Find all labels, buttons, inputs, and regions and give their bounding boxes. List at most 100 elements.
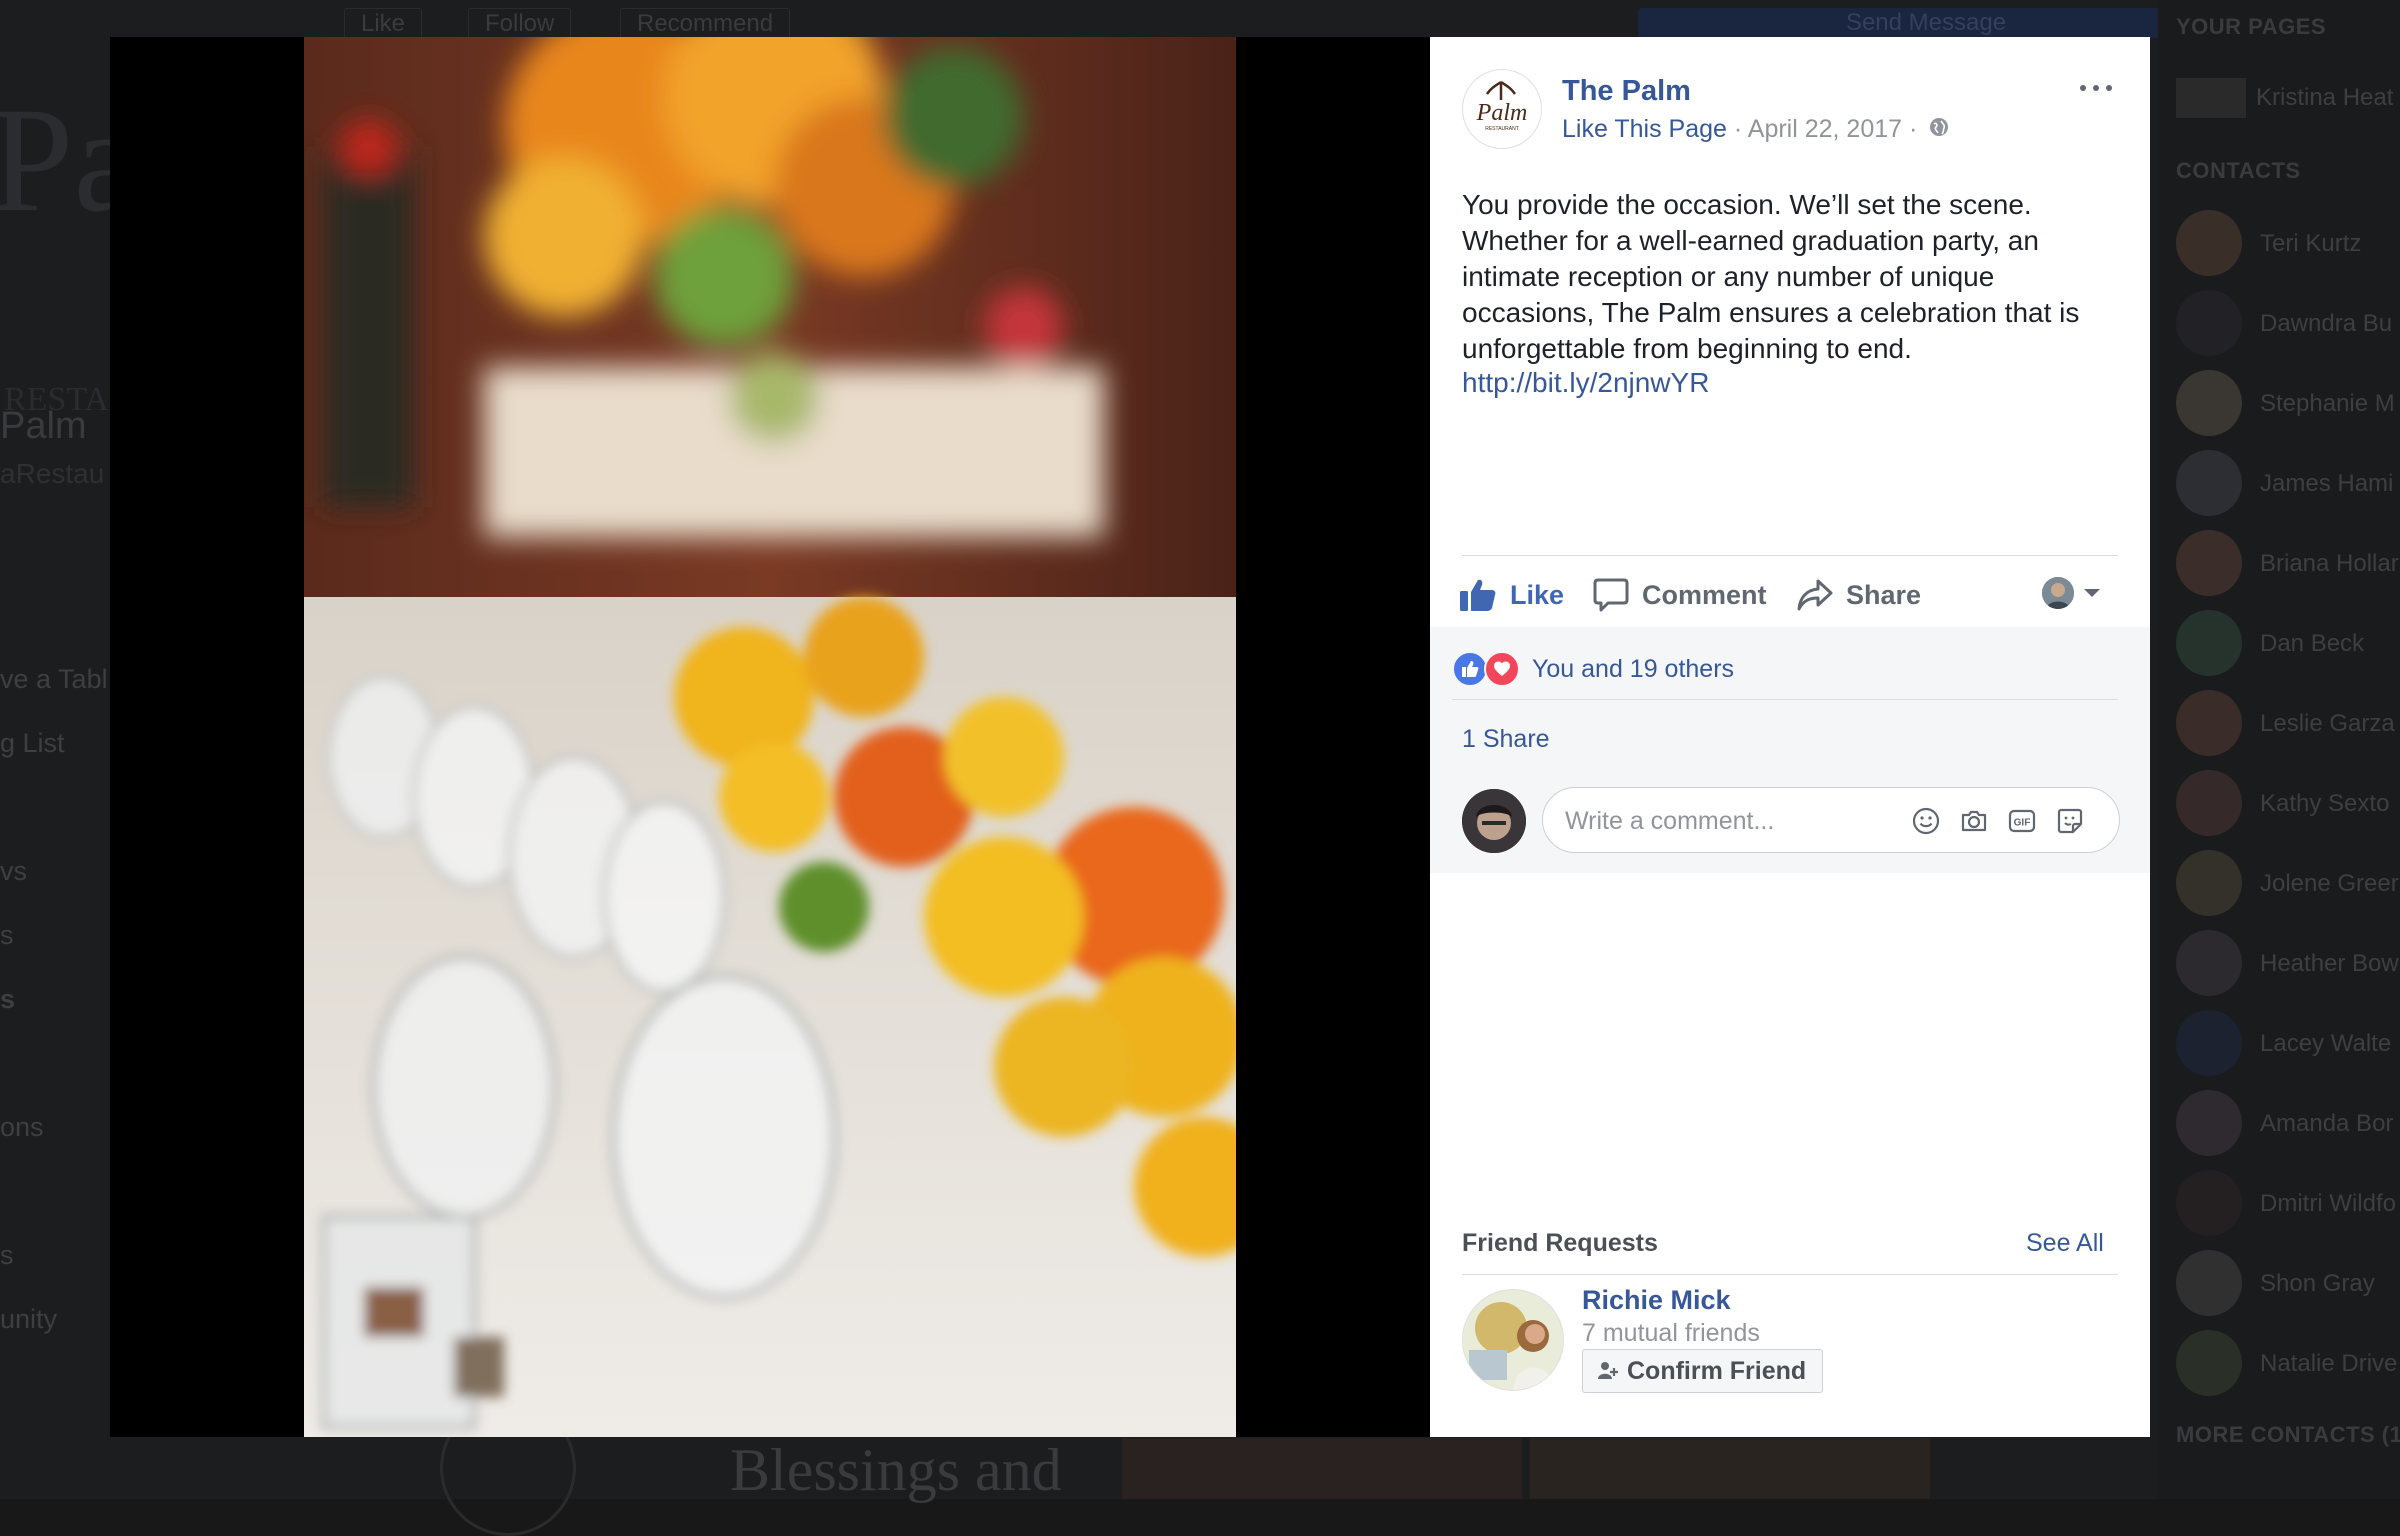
avatar: [2042, 577, 2074, 609]
bg-nav-item: s: [0, 920, 14, 950]
meta-separator: ·: [1726, 115, 1748, 143]
like-reaction-icon: [1452, 651, 1488, 687]
your-page-name[interactable]: Kristina Heat: [2256, 84, 2393, 112]
contact-name: Heather Bow: [2260, 950, 2399, 977]
contact-item[interactable]: Natalie Drive: [2176, 1330, 2400, 1400]
contact-item[interactable]: Leslie Garza: [2176, 690, 2400, 760]
palm-logo-icon: Palm RESTAURANT: [1464, 71, 1540, 147]
gif-icon[interactable]: GIF: [2007, 806, 2037, 836]
reactions-count[interactable]: You and 19 others: [1532, 655, 1734, 684]
avatar: [1462, 789, 1526, 853]
comment-input[interactable]: [1563, 800, 1907, 842]
contact-name: Dmitri Wildfo: [2260, 1190, 2396, 1217]
contacts-heading: CONTACTS: [2176, 158, 2301, 183]
bg-nav-item: ons: [0, 1112, 44, 1142]
post-body-line: You provide the occasion. We’ll set the …: [1462, 189, 2032, 220]
contact-item[interactable]: Heather Bow: [2176, 930, 2400, 1000]
reactions-and-comments: You and 19 others 1 Share Write a commen…: [1430, 627, 2150, 873]
contact-name: James Hami: [2260, 470, 2394, 497]
contact-name: Dan Beck: [2260, 630, 2365, 657]
avatar[interactable]: [1462, 1289, 1564, 1391]
camera-icon[interactable]: [1959, 806, 1989, 836]
like-button[interactable]: Like: [1458, 565, 1564, 625]
contact-name: Jolene Greer: [2260, 870, 2399, 897]
chevron-down-icon: [2084, 589, 2100, 597]
comment-label: Comment: [1642, 579, 1767, 610]
friend-request-name[interactable]: Richie Mick: [1582, 1285, 1731, 1316]
globe-icon[interactable]: [1928, 116, 1950, 145]
mutual-friends-count[interactable]: 7 mutual friends: [1582, 1319, 1760, 1348]
bg-nav-item: vs: [0, 856, 27, 886]
react-as-selector[interactable]: [2042, 571, 2106, 615]
page-profile-picture[interactable]: Palm RESTAURANT: [1462, 69, 1542, 149]
reaction-summary[interactable]: You and 19 others: [1452, 651, 1734, 687]
avatar: [2176, 1090, 2242, 1156]
contact-item[interactable]: Amanda Bor: [2176, 1090, 2400, 1160]
sticker-icon[interactable]: [2055, 806, 2085, 836]
avatar: [2176, 690, 2242, 756]
contact-item[interactable]: Dmitri Wildfo: [2176, 1170, 2400, 1240]
post-panel: Palm RESTAURANT The Palm Like This Page …: [1430, 37, 2150, 1437]
thumbs-up-icon: [1460, 579, 1496, 611]
contact-item[interactable]: Dawndra Bu: [2176, 290, 2400, 360]
avatar: [2176, 1330, 2242, 1396]
contact-item[interactable]: Jolene Greer: [2176, 850, 2400, 920]
your-page-thumbnail: [2176, 78, 2246, 118]
bg-nav-item: s: [0, 984, 16, 1014]
avatar: [2176, 290, 2242, 356]
bg-recommend-button: Recommend: [620, 8, 791, 40]
chat-sidebar: YOUR PAGES Kristina Heat CONTACTS Teri K…: [2158, 0, 2400, 1499]
avatar: [2176, 1170, 2242, 1236]
bg-photo-strip: [1122, 1438, 1522, 1499]
bg-like-button: Like: [344, 8, 423, 40]
contact-item[interactable]: Dan Beck: [2176, 610, 2400, 680]
post-options-button[interactable]: [2076, 73, 2116, 101]
contact-item[interactable]: James Hami: [2176, 450, 2400, 520]
bg-follow-button: Follow: [468, 8, 572, 40]
contact-item[interactable]: Lacey Walte: [2176, 1010, 2400, 1080]
post-body: You provide the occasion. We’ll set the …: [1462, 187, 2112, 367]
your-pages-heading: YOUR PAGES: [2176, 14, 2327, 39]
post-photo[interactable]: [304, 37, 1236, 1437]
bg-photo-strip: [1530, 1438, 1930, 1499]
contact-item[interactable]: Stephanie M: [2176, 370, 2400, 440]
contact-item[interactable]: Teri Kurtz: [2176, 210, 2400, 280]
contact-name: Dawndra Bu: [2260, 310, 2393, 337]
actions-divider: [1462, 555, 2118, 556]
comment-button[interactable]: Comment: [1592, 565, 1767, 625]
contact-name: Stephanie M: [2260, 390, 2395, 417]
share-button[interactable]: Share: [1796, 565, 1921, 625]
bg-nav-item: ve a Tabl: [0, 664, 108, 694]
post-meta: Like This Page · April 22, 2017 ·: [1562, 115, 1950, 145]
avatar: [2176, 1250, 2242, 1316]
smiley-icon[interactable]: [1911, 806, 1941, 836]
table-setting-photo: [304, 37, 1236, 1437]
confirm-friend-button[interactable]: Confirm Friend: [1582, 1349, 1824, 1393]
background-page-actions: Like Follow Recommend Send Message: [300, 0, 2214, 40]
meta-separator: ·: [1902, 115, 1925, 143]
post-body-line: unforgettable from beginning to end.: [1462, 333, 1912, 364]
ellipsis-icon: [2106, 85, 2112, 91]
post-date[interactable]: April 22, 2017: [1748, 115, 1902, 143]
see-all-link[interactable]: See All: [2026, 1229, 2104, 1258]
contact-item[interactable]: Briana Hollar: [2176, 530, 2400, 600]
reactions-divider: [1452, 699, 2118, 700]
ellipsis-icon: [2093, 85, 2099, 91]
comment-composer[interactable]: GIF: [1542, 787, 2120, 853]
like-this-page-link[interactable]: Like This Page: [1562, 115, 1727, 143]
shares-count[interactable]: 1 Share: [1462, 725, 1550, 754]
speech-bubble-icon: [1593, 578, 1629, 612]
like-label: Like: [1510, 579, 1565, 610]
post-body-line: Whether for a well-earned graduation par…: [1462, 225, 2039, 256]
post-body-line: occasions, The Palm ensures a celebratio…: [1462, 297, 2080, 328]
add-friend-icon: [1598, 1362, 1618, 1379]
post-body-line: intimate reception or any number of uniq…: [1462, 261, 1995, 292]
post-link[interactable]: http://bit.ly/2njnwYR: [1462, 367, 1709, 399]
contact-item[interactable]: Shon Gray: [2176, 1250, 2400, 1320]
page-name-link[interactable]: The Palm: [1562, 75, 1691, 108]
bg-nav-item: unity: [0, 1304, 58, 1334]
contact-item[interactable]: Kathy Sexto: [2176, 770, 2400, 840]
logo-subtext: RESTAURANT: [1485, 126, 1519, 132]
bg-page-logo: Pa RESTA: [0, 77, 140, 418]
more-contacts-heading: MORE CONTACTS (1: [2176, 1422, 2400, 1447]
